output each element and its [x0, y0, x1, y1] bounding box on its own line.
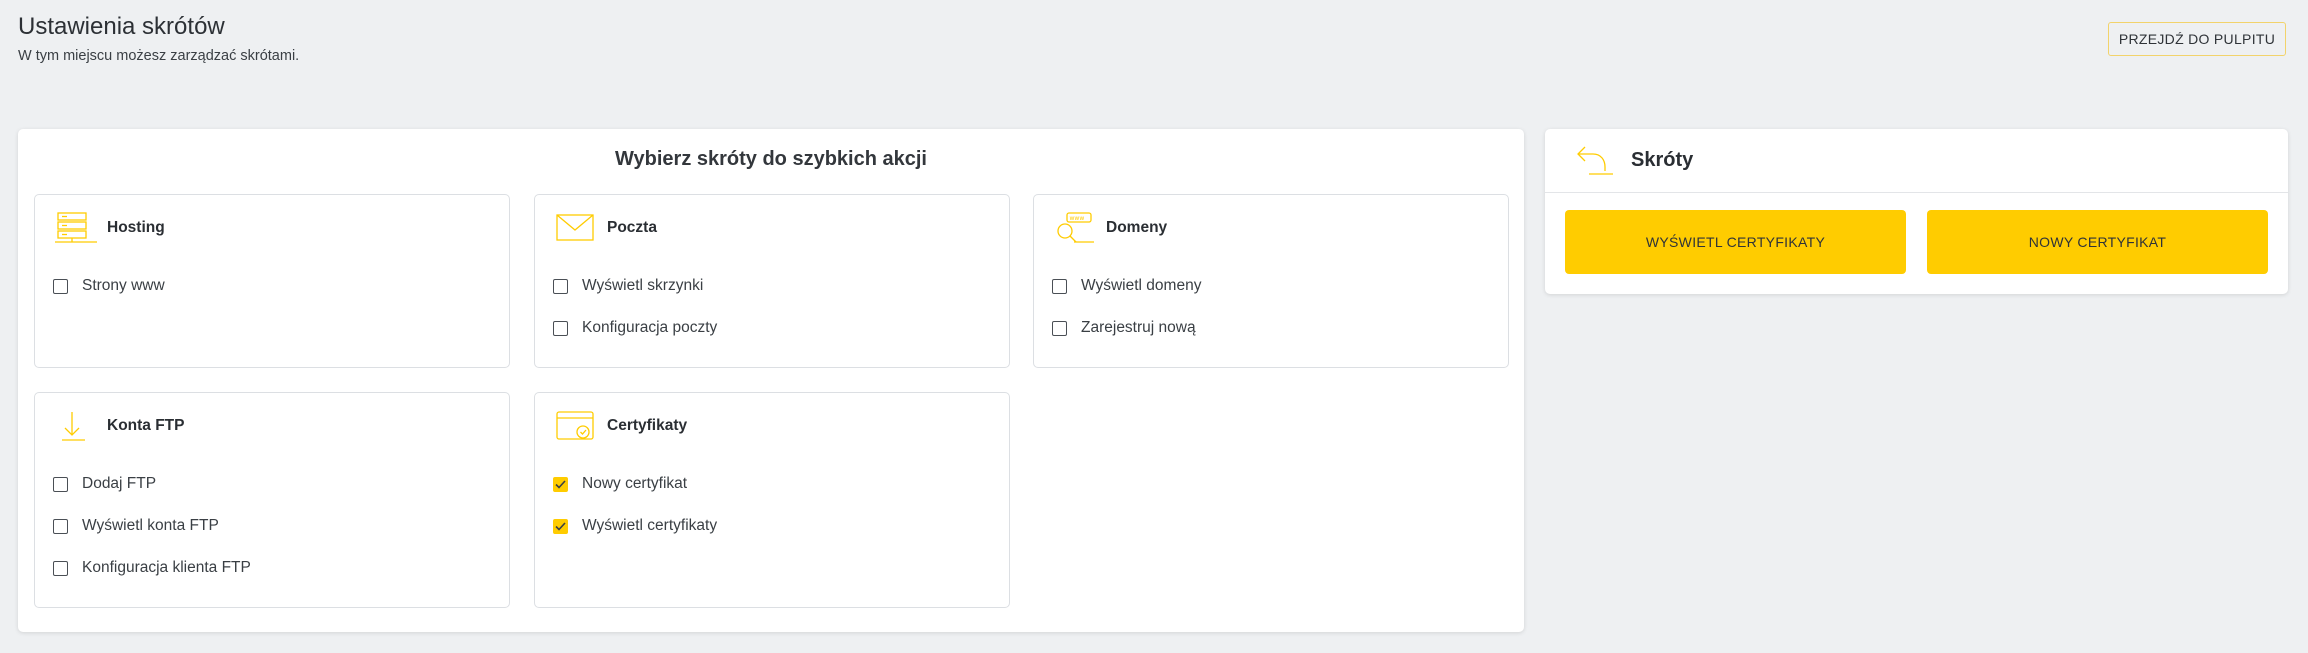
card-konta-ftp: Konta FTP Dodaj FTP Wyświetl konta FTP K… [34, 392, 510, 608]
page-subtitle: W tym miejscu możesz zarządzać skrótami. [18, 48, 300, 64]
option-konfiguracja-klienta-ftp[interactable]: Konfiguracja klienta FTP [53, 559, 251, 577]
checkbox[interactable] [53, 518, 68, 534]
checkbox[interactable] [53, 560, 68, 576]
quick-actions-panel: Wybierz skróty do szybkich akcji Hosting… [18, 129, 1524, 632]
option-label: Zarejestruj nową [1081, 319, 1196, 336]
server-icon [55, 211, 97, 245]
download-arrow-icon [55, 409, 97, 443]
option-wyswietl-konta-ftp[interactable]: Wyświetl konta FTP [53, 517, 219, 535]
shortcuts-header: Skróty [1545, 129, 2288, 193]
card-title: Konta FTP [107, 417, 185, 434]
option-wyswietl-domeny[interactable]: Wyświetl domeny [1052, 277, 1201, 295]
page-title: Ustawienia skrótów [18, 13, 225, 40]
go-to-dashboard-button[interactable]: PRZEJDŹ DO PULPITU [2108, 22, 2286, 56]
checkbox-checked[interactable] [553, 518, 568, 534]
svg-text:www: www [1070, 215, 1085, 222]
card-title: Poczta [607, 219, 657, 236]
option-zarejestruj-nowa[interactable]: Zarejestruj nową [1052, 319, 1196, 337]
option-label: Strony www [82, 277, 165, 294]
option-wyswietl-certyfikaty[interactable]: Wyświetl certyfikaty [553, 517, 717, 535]
option-label: Konfiguracja klienta FTP [82, 559, 251, 576]
card-certyfikaty: Certyfikaty Nowy certyfikat Wyświetl cer… [534, 392, 1010, 608]
option-label: Wyświetl skrzynki [582, 277, 704, 294]
card-hosting: Hosting Strony www [34, 194, 510, 368]
card-domeny: www Domeny Wyświetl domeny Zarejestruj n… [1033, 194, 1509, 368]
card-title: Certyfikaty [607, 417, 688, 434]
share-arrow-icon [1575, 143, 1615, 177]
option-konfiguracja-poczty[interactable]: Konfiguracja poczty [553, 319, 717, 337]
card-title: Domeny [1106, 219, 1168, 236]
option-label: Wyświetl certyfikaty [582, 517, 718, 534]
option-nowy-certyfikat[interactable]: Nowy certyfikat [553, 475, 687, 493]
option-label: Wyświetl domeny [1081, 277, 1202, 294]
option-strony-www[interactable]: Strony www [53, 277, 165, 295]
option-label: Nowy certyfikat [582, 475, 688, 492]
show-certificates-button[interactable]: WYŚWIETL CERTYFIKATY [1565, 210, 1906, 274]
checkbox[interactable] [553, 320, 568, 336]
certificate-icon [555, 409, 597, 443]
checkbox[interactable] [553, 278, 568, 294]
checkbox[interactable] [1052, 278, 1067, 294]
option-label: Dodaj FTP [82, 475, 157, 492]
checkbox[interactable] [53, 278, 68, 294]
www-search-icon: www [1054, 211, 1096, 245]
new-certificate-button[interactable]: NOWY CERTYFIKAT [1927, 210, 2268, 274]
checkbox[interactable] [53, 476, 68, 492]
card-poczta: Poczta Wyświetl skrzynki Konfiguracja po… [534, 194, 1010, 368]
shortcuts-title: Skróty [1631, 149, 1694, 171]
shortcuts-panel: Skróty WYŚWIETL CERTYFIKATY NOWY CERTYFI… [1545, 129, 2288, 294]
checkbox[interactable] [1052, 320, 1067, 336]
option-dodaj-ftp[interactable]: Dodaj FTP [53, 475, 156, 493]
option-label: Wyświetl konta FTP [82, 517, 219, 534]
option-label: Konfiguracja poczty [582, 319, 718, 336]
option-wyswietl-skrzynki[interactable]: Wyświetl skrzynki [553, 277, 703, 295]
envelope-icon [555, 211, 597, 245]
panel-heading: Wybierz skróty do szybkich akcji [615, 148, 927, 170]
checkbox-checked[interactable] [553, 476, 568, 492]
card-title: Hosting [107, 219, 165, 236]
